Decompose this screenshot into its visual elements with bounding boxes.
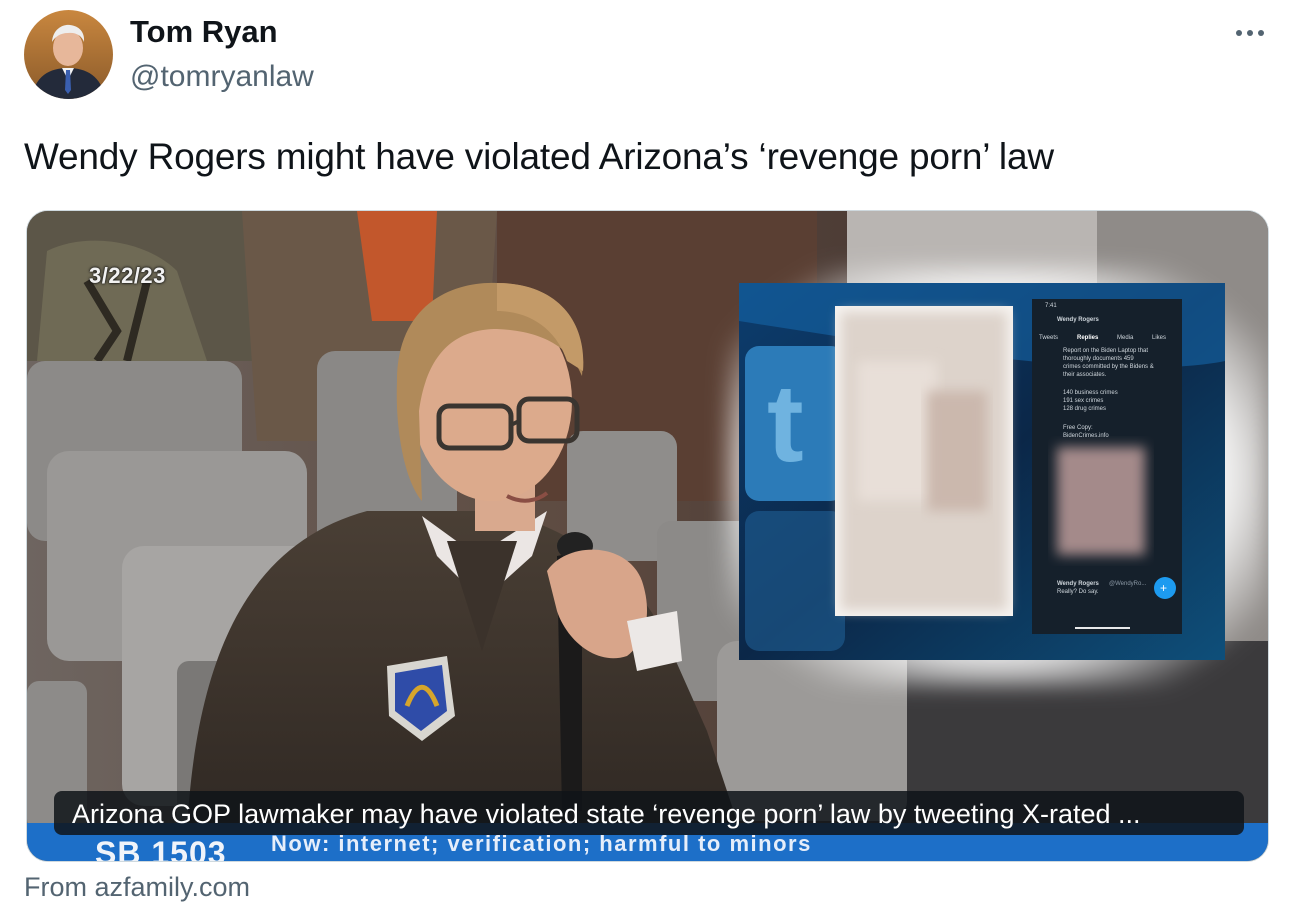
tweet-text: Wendy Rogers might have violated Arizona… [24,136,1054,177]
phone-body-line: crimes committed by the Bidens & [1063,364,1154,370]
phone-tab-tweets: Tweets [1039,335,1059,341]
phone-body-line: Report on the Biden Laptop that [1063,348,1149,354]
author-handle[interactable]: @tomryanlaw [130,60,314,94]
card-title[interactable]: Arizona GOP lawmaker may have violated s… [54,791,1244,835]
phone-tab-media: Media [1117,335,1134,341]
phone-reply-handle: @WendyRo... [1109,581,1147,587]
phone-copy-line: Free Copy: [1063,425,1093,431]
avatar-image [24,10,113,99]
phone-tab-replies: Replies [1077,335,1099,341]
phone-copy-line: BidenCrimes.info [1063,433,1109,439]
phone-body-line: their associates. [1063,372,1107,378]
phone-reply-text: Really? Do say. [1057,589,1099,595]
phone-stat-line: 140 business crimes [1063,390,1118,396]
link-card[interactable]: t + 3/22/23 7:41 Wendy Rogers Tweets Rep… [26,210,1269,862]
phone-profile-name: Wendy Rogers [1057,317,1099,323]
phone-stat-line: 191 sex crimes [1063,398,1104,404]
bill-label: SB 1503 [95,835,227,862]
phone-body-line: thoroughly documents 459 [1063,356,1134,362]
author-name[interactable]: Tom Ryan [130,14,278,50]
phone-stat-line: 128 drug crimes [1063,406,1107,412]
avatar[interactable] [24,10,113,99]
card-source-link[interactable]: From azfamily.com [24,872,250,903]
phone-time: 7:41 [1045,303,1057,309]
phone-tab-likes: Likes [1152,335,1167,341]
twitter-bird-icon: t [767,362,804,485]
card-thumbnail: t + [27,211,1268,861]
phone-reply-name: Wendy Rogers [1057,581,1099,587]
date-stamp: 3/22/23 [89,263,166,288]
more-options-icon[interactable] [1228,18,1272,48]
svg-text:+: + [1160,581,1167,595]
